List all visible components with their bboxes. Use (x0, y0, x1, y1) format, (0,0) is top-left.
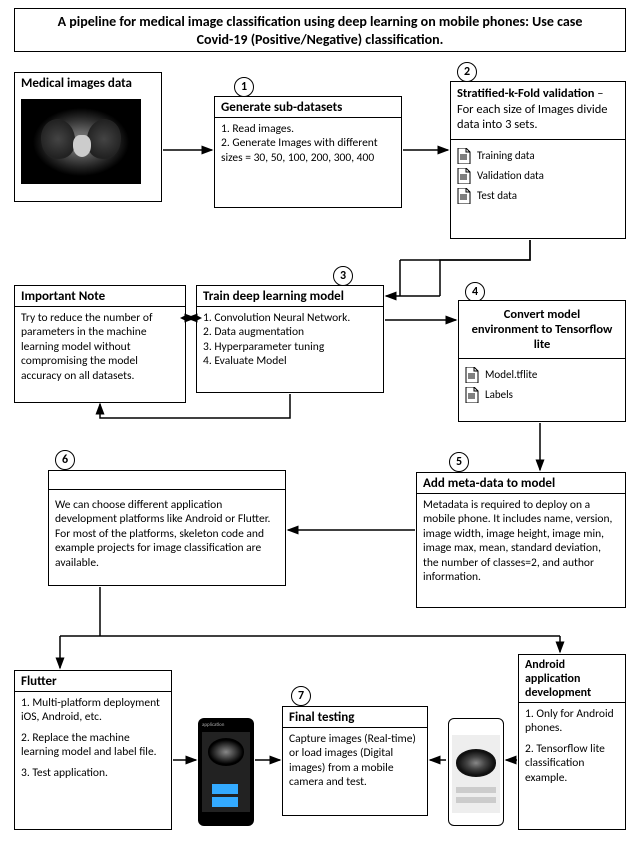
arrows-layer (0, 0, 640, 846)
